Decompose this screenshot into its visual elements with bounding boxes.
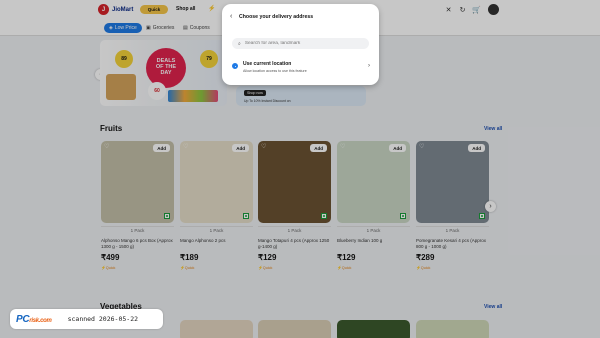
use-current-location-label: Use current location — [243, 61, 292, 67]
delivery-address-modal: ‹ Choose your delivery address ⌕ Use cur… — [222, 4, 379, 85]
use-current-location-option[interactable]: Use current location Allow location acce… — [232, 60, 372, 76]
location-target-icon — [232, 63, 238, 69]
pcrisk-watermark: PCrisk.com scanned 2026-05-22 — [10, 309, 163, 329]
address-search-box[interactable]: ⌕ — [232, 38, 369, 49]
modal-title: Choose your delivery address — [239, 14, 314, 20]
address-search-input[interactable] — [244, 41, 355, 46]
back-arrow-icon[interactable]: ‹ — [230, 13, 232, 20]
watermark-brand: PCrisk.com — [16, 313, 52, 325]
location-access-subtext: Allow location access to use this featur… — [243, 69, 307, 73]
search-icon: ⌕ — [238, 40, 241, 47]
scan-stamp: scanned 2026-05-22 — [67, 315, 139, 323]
chevron-right-icon: › — [368, 63, 370, 69]
